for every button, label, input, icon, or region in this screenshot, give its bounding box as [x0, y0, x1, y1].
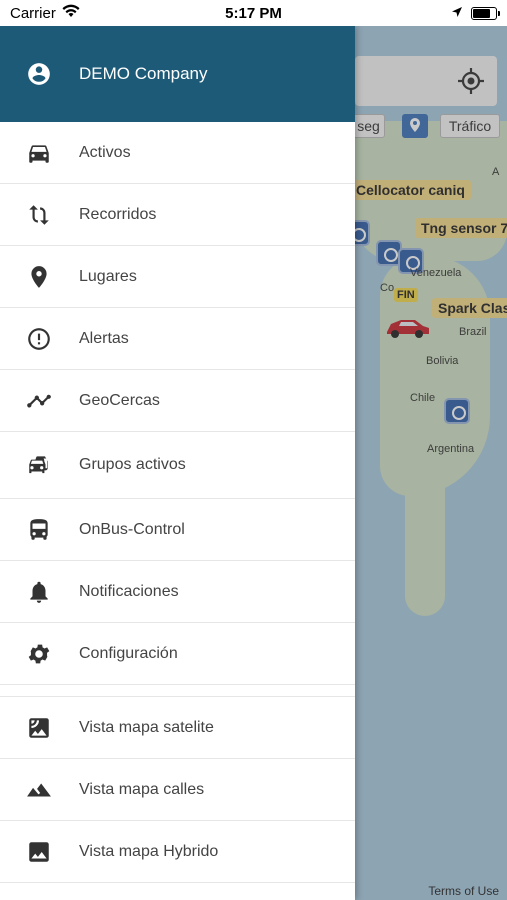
menu-item-notificaciones[interactable]: Notificaciones [0, 561, 355, 623]
menu-item-satellite-view[interactable]: Vista mapa satelite [0, 697, 355, 759]
account-circle-icon [26, 61, 52, 87]
menu-item-geocercas[interactable]: GeoCercas [0, 370, 355, 432]
menu-item-grupos-activos[interactable]: Grupos activos [0, 432, 355, 499]
menu-item-label: Grupos activos [79, 456, 186, 473]
company-name: DEMO Company [79, 64, 208, 83]
car-icon [26, 140, 52, 166]
alert-icon [26, 326, 52, 352]
menu-separator [0, 685, 355, 697]
menu-item-label: Recorridos [79, 205, 157, 223]
menu-item-activos[interactable]: Activos [0, 122, 355, 184]
drawer-header[interactable]: DEMO Company [0, 26, 355, 122]
cars-group-icon [26, 452, 52, 478]
menu-item-label: Vista mapa satelite [79, 718, 214, 736]
image-icon [26, 839, 52, 865]
route-icon [26, 202, 52, 228]
menu-item-configuracion[interactable]: Configuración [0, 623, 355, 685]
status-bar: Carrier 5:17 PM [0, 0, 507, 26]
terms-of-use-link[interactable]: Terms of Use [428, 884, 499, 898]
satellite-icon [26, 715, 52, 741]
timeline-icon [26, 388, 52, 414]
menu-item-lugares[interactable]: Lugares [0, 246, 355, 308]
menu-item-label: Vista mapa calles [79, 780, 205, 798]
menu-item-label: Configuración [79, 644, 178, 662]
menu-item-label: Notificaciones [79, 582, 179, 600]
location-arrow-icon [451, 5, 463, 22]
gear-icon [26, 641, 52, 667]
battery-icon [471, 6, 500, 20]
terrain-icon [26, 777, 52, 803]
menu-item-label: Alertas [79, 329, 129, 347]
menu-item-label: Vista mapa Hybrido [79, 842, 219, 860]
menu-item-streets-view[interactable]: Vista mapa calles [0, 759, 355, 821]
menu-item-label: Lugares [79, 267, 137, 285]
place-icon [26, 264, 52, 290]
menu-item-alertas[interactable]: Alertas [0, 308, 355, 370]
menu-item-onbus-control[interactable]: OnBus-Control [0, 499, 355, 561]
bus-icon [26, 517, 52, 543]
navigation-drawer: DEMO Company Activos Recorridos Lugares … [0, 26, 355, 900]
menu-item-recorridos[interactable]: Recorridos [0, 184, 355, 246]
menu-item-hybrid-view[interactable]: Vista mapa Hybrido [0, 821, 355, 883]
wifi-icon [62, 4, 80, 22]
menu-item-label: GeoCercas [79, 391, 160, 409]
menu-item-label: Activos [79, 143, 131, 161]
bell-icon [26, 579, 52, 605]
carrier-label: Carrier [10, 4, 56, 22]
menu-item-label: OnBus-Control [79, 520, 185, 538]
